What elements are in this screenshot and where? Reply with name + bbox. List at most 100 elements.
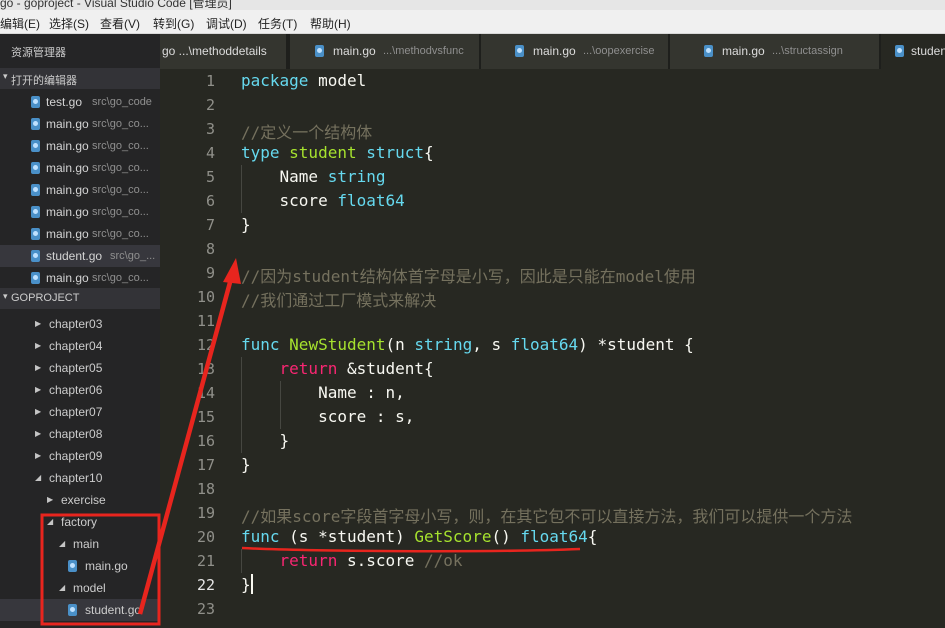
explorer-sidebar: 资源管理器 ▾ 打开的编辑器 test.go src\go_code main.go… [0, 34, 160, 628]
explorer-header: 资源管理器 [0, 40, 160, 62]
open-editor-path: src\go_code [92, 96, 152, 108]
code-token: { [587, 527, 598, 546]
open-editor-item[interactable]: main.go src\go_co... [0, 201, 160, 223]
go-file-icon [31, 118, 40, 130]
tree-item-label: chapter03 [49, 317, 103, 331]
open-editor-item[interactable]: main.go src\go_co... [0, 135, 160, 157]
tree-file-item[interactable]: main.go [0, 555, 160, 577]
code-token: NewStudent [289, 335, 386, 354]
tree-folder-item[interactable]: ▶ chapter05 [0, 357, 160, 379]
open-editor-path: src\go_co... [92, 140, 149, 152]
tree-folder-item[interactable]: ▶ exercise [0, 489, 160, 511]
menu-view[interactable]: 查看(V) [100, 15, 140, 32]
tree-folder-item[interactable]: ◢ model [0, 577, 160, 599]
code-token: //定义一个结构体 [241, 123, 373, 142]
go-file-icon [704, 45, 713, 57]
tree-item-label: factory [61, 515, 98, 529]
code-token: GetScore [414, 527, 492, 546]
code-token: &student{ [337, 359, 434, 378]
tree-folder-item[interactable]: ◢ chapter10 [0, 467, 160, 489]
menu-debug[interactable]: 调试(D) [206, 15, 247, 32]
code-line: //我们通过工厂模式来解决 [241, 287, 436, 311]
menu-selection[interactable]: 选择(S) [49, 15, 89, 32]
open-editor-item[interactable]: test.go src\go_code [0, 91, 160, 113]
chevron-down-icon: ◢ [59, 539, 66, 548]
editor-tab[interactable]: go ...\methoddetails [160, 34, 287, 69]
line-number: 22 [196, 576, 215, 594]
menu-goto[interactable]: 转到(G) [153, 15, 194, 32]
go-file-icon [31, 206, 40, 218]
code-line: return s.score //ok [241, 551, 463, 570]
chevron-down-icon: ▾ [3, 71, 8, 81]
open-editor-item[interactable]: main.go src\go_co... [0, 157, 160, 179]
menu-tasks[interactable]: 任务(T) [258, 15, 297, 32]
tree-folder-item[interactable]: ▶ chapter04 [0, 335, 160, 357]
tree-item-label: chapter05 [49, 361, 103, 375]
code-token: () [491, 527, 521, 546]
tree-folder-item[interactable]: ▶ chapter06 [0, 379, 160, 401]
tree-folder-item[interactable]: ▶ chapter07 [0, 401, 160, 423]
line-number: 5 [205, 168, 215, 186]
code-token: student [279, 143, 357, 162]
code-line: } [241, 455, 251, 474]
editor-tab[interactable]: studen [881, 34, 945, 69]
open-editor-item[interactable]: main.go src\go_co... [0, 113, 160, 135]
code-token: //如果score字段首字母小写，则，在其它包不可以直接方法，我们可以提供一个方… [241, 507, 853, 526]
tree-item-label: chapter06 [49, 383, 103, 397]
line-number: 12 [196, 336, 215, 354]
editor-tab[interactable]: main.go ...\methodvsfunc [290, 34, 480, 69]
tree-folder-item[interactable]: ◢ main [0, 533, 160, 555]
tree-item-label: chapter04 [49, 339, 103, 353]
code-token: Name [241, 167, 328, 186]
go-file-icon [68, 560, 77, 572]
tab-label: go ...\methoddetails [162, 44, 267, 58]
open-editor-item[interactable]: student.go src\go_... [0, 245, 160, 267]
open-editor-item[interactable]: main.go src\go_co... [0, 179, 160, 201]
code-token: score [241, 191, 338, 210]
menu-bar: 编辑(E) 选择(S) 查看(V) 转到(G) 调试(D) 任务(T) 帮助(H… [0, 10, 945, 34]
editor-tab[interactable]: main.go ...\oopexercise [481, 34, 669, 69]
menu-edit[interactable]: 编辑(E) [0, 15, 40, 32]
editor-tab-bar: go ...\methoddetails main.go ...\methodvsf… [160, 34, 945, 69]
tree-file-item[interactable]: student.go [0, 599, 160, 621]
open-editor-item[interactable]: main.go src\go_co... [0, 267, 160, 289]
open-editor-name: main.go [46, 161, 89, 175]
open-editor-path: src\go_... [110, 250, 156, 262]
tree-folder-item[interactable]: ▶ chapter08 [0, 423, 160, 445]
code-token: func [241, 527, 280, 546]
code-line: } [241, 215, 251, 234]
tree-item-label: main.go [85, 559, 128, 573]
code-token: string [414, 335, 473, 354]
chevron-right-icon: ▶ [35, 363, 42, 372]
code-token: return [279, 359, 338, 378]
line-number: 8 [205, 240, 215, 258]
tree-folder-item[interactable]: ▶ chapter09 [0, 445, 160, 467]
tree-item-label: model [73, 581, 106, 595]
editor-tab[interactable]: main.go ...\structassign [670, 34, 880, 69]
tree-item-label: chapter07 [49, 405, 103, 419]
tree-folder-item[interactable]: ◢ factory [0, 511, 160, 533]
menu-help[interactable]: 帮助(H) [310, 15, 351, 32]
code-token: model [308, 71, 367, 90]
open-editor-item[interactable]: main.go src\go_co... [0, 223, 160, 245]
project-section[interactable]: ▾ GOPROJECT [0, 288, 160, 309]
code-token: , s [472, 335, 511, 354]
go-file-icon [31, 228, 40, 240]
open-editors-section[interactable]: ▾ 打开的编辑器 [0, 68, 160, 89]
tree-folder-item[interactable]: ▶ chapter03 [0, 313, 160, 335]
chevron-down-icon: ◢ [59, 583, 66, 592]
line-number: 6 [205, 192, 215, 210]
code-line: score float64 [241, 191, 405, 210]
chevron-right-icon: ▶ [47, 495, 54, 504]
go-file-icon [515, 45, 524, 57]
tree-item-label: main [73, 537, 100, 551]
go-file-icon [31, 140, 40, 152]
tree-item-label: chapter08 [49, 427, 103, 441]
tab-label: main.go [722, 44, 765, 58]
code-line: func (s *student) GetScore() float64{ [241, 527, 597, 546]
go-file-icon [31, 272, 40, 284]
code-editor[interactable]: 1 package model 2 3//定义一个结构体 4 type student s… [160, 69, 945, 628]
